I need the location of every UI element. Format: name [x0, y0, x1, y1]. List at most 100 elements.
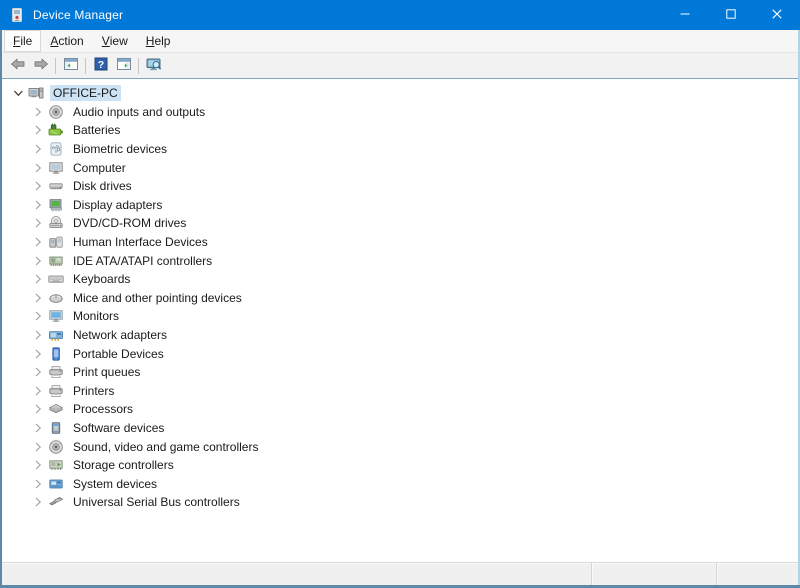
toolbar-separator — [85, 58, 86, 74]
tree-item-label: System devices — [70, 476, 160, 492]
device-tree[interactable]: OFFICE-PC Audio inputs and outputs Batteri… — [2, 78, 798, 562]
tree-item[interactable]: Printers — [2, 382, 798, 401]
tree-item[interactable]: Mice and other pointing devices — [2, 289, 798, 308]
hid-icon — [48, 234, 64, 250]
computer-icon — [28, 85, 44, 101]
svg-text:?: ? — [97, 59, 103, 71]
chevron-right-icon[interactable] — [30, 364, 46, 380]
mouse-icon — [48, 290, 64, 306]
chevron-right-icon[interactable] — [30, 271, 46, 287]
help-icon: ? — [93, 56, 109, 75]
status-bar — [2, 562, 798, 585]
tree-item-label: OFFICE-PC — [50, 85, 121, 101]
chevron-right-icon[interactable] — [30, 141, 46, 157]
chevron-right-icon[interactable] — [30, 327, 46, 343]
tree-item[interactable]: Processors — [2, 400, 798, 419]
chevron-right-icon[interactable] — [30, 197, 46, 213]
tree-root-item[interactable]: OFFICE-PC — [2, 84, 798, 103]
menu-bar: FileActionViewHelp — [2, 30, 798, 53]
maximize-button[interactable] — [708, 0, 754, 30]
title-bar[interactable]: Device Manager — [0, 0, 800, 30]
menu-file[interactable]: File — [4, 30, 41, 52]
chevron-right-icon[interactable] — [30, 346, 46, 362]
tree-item[interactable]: IDE ATA/ATAPI controllers — [2, 251, 798, 270]
chevron-right-icon[interactable] — [30, 178, 46, 194]
chevron-right-icon[interactable] — [30, 160, 46, 176]
tree-item[interactable]: Computer — [2, 158, 798, 177]
chevron-right-icon[interactable] — [30, 420, 46, 436]
back-button[interactable] — [6, 55, 29, 77]
scan-hardware-icon — [146, 56, 162, 75]
chevron-right-icon[interactable] — [30, 215, 46, 231]
status-pane-1 — [2, 563, 592, 585]
tree-item-label: Disk drives — [70, 178, 135, 194]
tree-item[interactable]: Monitors — [2, 307, 798, 326]
close-icon — [772, 8, 782, 22]
tree-item[interactable]: Universal Serial Bus controllers — [2, 493, 798, 512]
tree-item[interactable]: Audio inputs and outputs — [2, 103, 798, 122]
tree-item[interactable]: Sound, video and game controllers — [2, 437, 798, 456]
tree-item[interactable]: Display adapters — [2, 196, 798, 215]
tree-item-label: Software devices — [70, 420, 167, 436]
battery-icon — [48, 122, 64, 138]
forward-button[interactable] — [29, 55, 52, 77]
minimize-button[interactable] — [662, 0, 708, 30]
tree-item-label: Processors — [70, 401, 136, 417]
chevron-right-icon[interactable] — [30, 494, 46, 510]
tree-item[interactable]: System devices — [2, 474, 798, 493]
show-action-pane-button[interactable] — [112, 55, 135, 77]
chevron-right-icon[interactable] — [30, 308, 46, 324]
toolbar: ? — [2, 53, 798, 78]
tree-item[interactable]: Print queues — [2, 363, 798, 382]
toolbar-separator — [138, 58, 139, 74]
dvd-drive-icon — [48, 215, 64, 231]
tree-item[interactable]: Biometric devices — [2, 140, 798, 159]
tree-item[interactable]: Keyboards — [2, 270, 798, 289]
tree-item[interactable]: Storage controllers — [2, 456, 798, 475]
tree-item-label: Computer — [70, 160, 129, 176]
tree-item[interactable]: DVD/CD-ROM drives — [2, 214, 798, 233]
tree-item-label: Portable Devices — [70, 346, 167, 362]
toolbar-separator — [55, 58, 56, 74]
chevron-right-icon[interactable] — [30, 383, 46, 399]
show-console-tree-button[interactable] — [59, 55, 82, 77]
menu-action[interactable]: Action — [41, 30, 92, 52]
storage-controller-icon — [48, 457, 64, 473]
chevron-down-icon[interactable] — [10, 85, 26, 101]
tree-item[interactable]: Batteries — [2, 121, 798, 140]
minimize-icon — [680, 8, 690, 22]
chevron-right-icon[interactable] — [30, 290, 46, 306]
fingerprint-icon — [48, 141, 64, 157]
chevron-right-icon[interactable] — [30, 104, 46, 120]
tree-item-label: Sound, video and game controllers — [70, 439, 261, 455]
tree-item[interactable]: Human Interface Devices — [2, 233, 798, 252]
tree-item-label: Monitors — [70, 308, 122, 324]
tree-item-label: Network adapters — [70, 327, 170, 343]
tree-item[interactable]: Network adapters — [2, 326, 798, 345]
window-title: Device Manager — [33, 8, 123, 22]
chevron-right-icon[interactable] — [30, 476, 46, 492]
tree-item-label: Biometric devices — [70, 141, 170, 157]
chevron-right-icon[interactable] — [30, 401, 46, 417]
back-arrow-icon — [10, 56, 26, 75]
chevron-right-icon[interactable] — [30, 253, 46, 269]
help-button[interactable]: ? — [89, 55, 112, 77]
tree-item-label: Audio inputs and outputs — [70, 104, 208, 120]
chevron-right-icon[interactable] — [30, 457, 46, 473]
tree-item[interactable]: Software devices — [2, 419, 798, 438]
scan-hardware-button[interactable] — [142, 55, 165, 77]
tree-item[interactable]: Portable Devices — [2, 344, 798, 363]
blue-monitor-icon — [48, 308, 64, 324]
tree-item-label: Storage controllers — [70, 457, 177, 473]
chevron-right-icon[interactable] — [30, 234, 46, 250]
chevron-right-icon[interactable] — [30, 122, 46, 138]
menu-help[interactable]: Help — [137, 30, 180, 52]
tree-item[interactable]: Disk drives — [2, 177, 798, 196]
close-button[interactable] — [754, 0, 800, 30]
chevron-right-icon[interactable] — [30, 439, 46, 455]
status-pane-3 — [717, 563, 798, 585]
tree-item-label: Batteries — [70, 122, 123, 138]
window-controls — [662, 0, 800, 30]
menu-view[interactable]: View — [93, 30, 137, 52]
action-pane-icon — [116, 56, 132, 75]
